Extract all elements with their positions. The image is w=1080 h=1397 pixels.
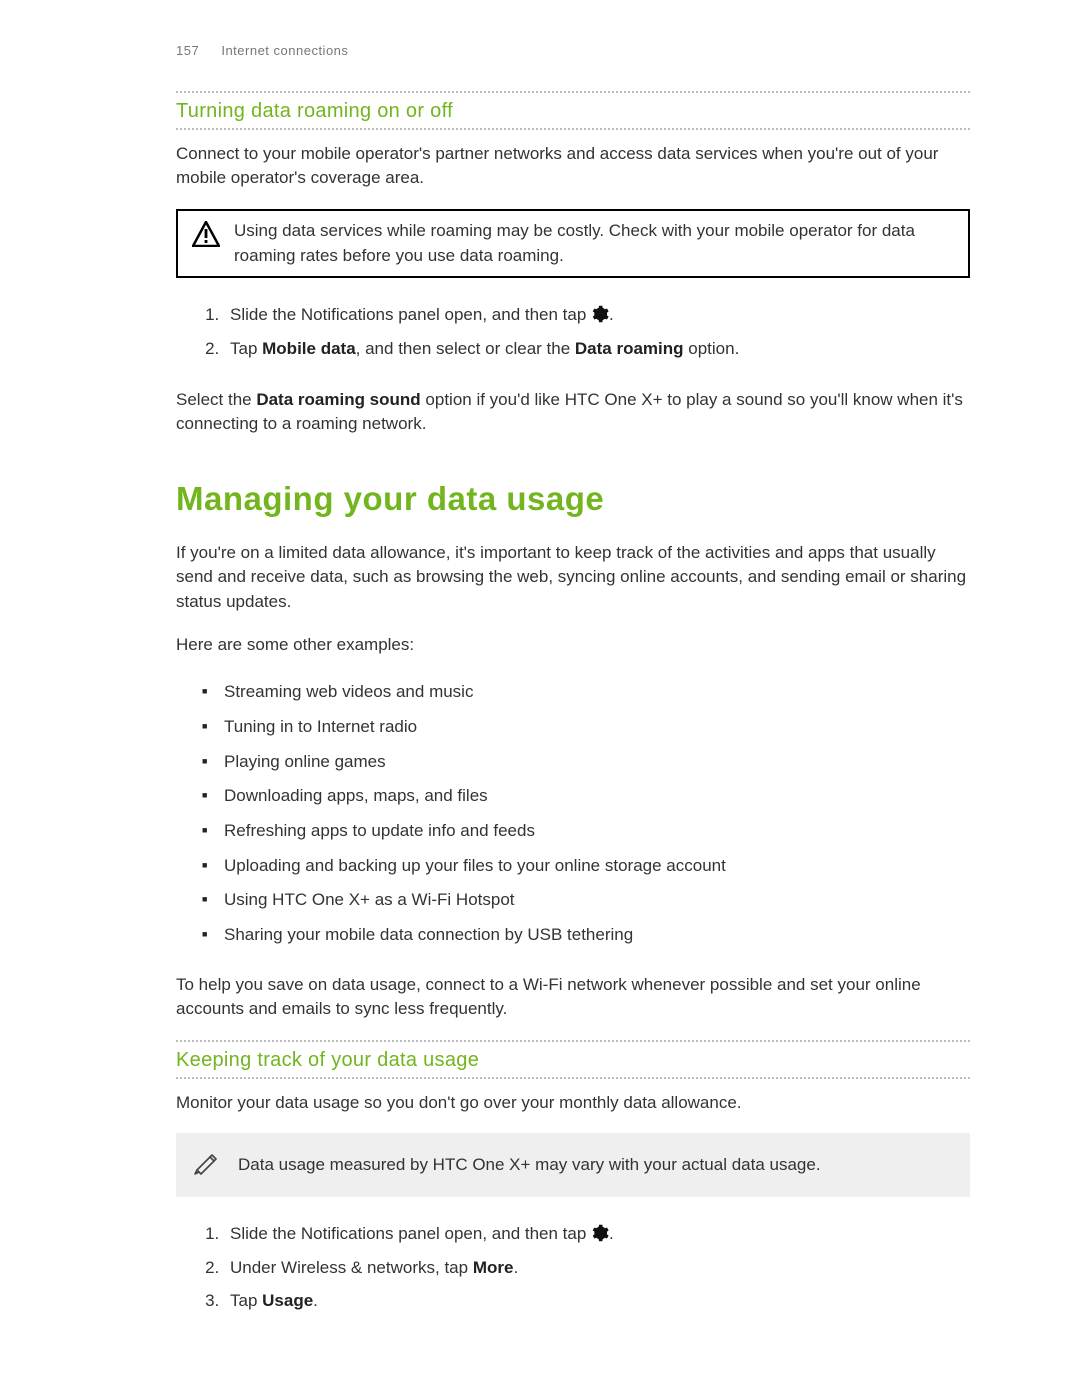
pencil-icon <box>192 1147 220 1183</box>
warning-icon <box>192 221 220 255</box>
gear-icon <box>591 305 609 323</box>
steps-list-roaming: Slide the Notifications panel open, and … <box>176 300 970 367</box>
paragraph: If you're on a limited data allowance, i… <box>176 541 970 615</box>
list-item: Using HTC One X+ as a Wi-Fi Hotspot <box>224 883 970 918</box>
step: Under Wireless & networks, tap More. <box>224 1253 970 1287</box>
paragraph: Monitor your data usage so you don't go … <box>176 1091 970 1116</box>
subsection-title-tracking: Keeping track of your data usage <box>176 1042 970 1077</box>
subsection-rule: Turning data roaming on or off <box>176 91 970 130</box>
section-title-managing: Managing your data usage <box>176 475 970 523</box>
list-item: Tuning in to Internet radio <box>224 710 970 745</box>
step: Tap Usage. <box>224 1286 970 1320</box>
paragraph: To help you save on data usage, connect … <box>176 973 970 1022</box>
steps-list-tracking: Slide the Notifications panel open, and … <box>176 1219 970 1320</box>
list-item: Playing online games <box>224 745 970 780</box>
list-item: Uploading and backing up your files to y… <box>224 849 970 884</box>
page-number: 157 <box>176 43 199 58</box>
paragraph: Connect to your mobile operator's partne… <box>176 142 970 191</box>
list-item: Downloading apps, maps, and files <box>224 779 970 814</box>
paragraph: Here are some other examples: <box>176 633 970 658</box>
subsection-title-roaming: Turning data roaming on or off <box>176 93 970 128</box>
warning-callout: Using data services while roaming may be… <box>176 209 970 278</box>
list-item: Refreshing apps to update info and feeds <box>224 814 970 849</box>
running-head: 157 Internet connections <box>176 42 970 61</box>
page: 157 Internet connections Turning data ro… <box>0 0 1080 1397</box>
paragraph: Select the Data roaming sound option if … <box>176 388 970 437</box>
step: Slide the Notifications panel open, and … <box>224 300 970 334</box>
step: Tap Mobile data, and then select or clea… <box>224 334 970 368</box>
note-callout: Data usage measured by HTC One X+ may va… <box>176 1133 970 1197</box>
step: Slide the Notifications panel open, and … <box>224 1219 970 1253</box>
note-text: Data usage measured by HTC One X+ may va… <box>238 1153 821 1178</box>
list-item: Sharing your mobile data connection by U… <box>224 918 970 953</box>
examples-list: Streaming web videos and music Tuning in… <box>176 675 970 952</box>
warning-text: Using data services while roaming may be… <box>234 219 954 268</box>
chapter-title: Internet connections <box>221 43 348 58</box>
gear-icon <box>591 1224 609 1242</box>
subsection-rule: Keeping track of your data usage <box>176 1040 970 1079</box>
list-item: Streaming web videos and music <box>224 675 970 710</box>
